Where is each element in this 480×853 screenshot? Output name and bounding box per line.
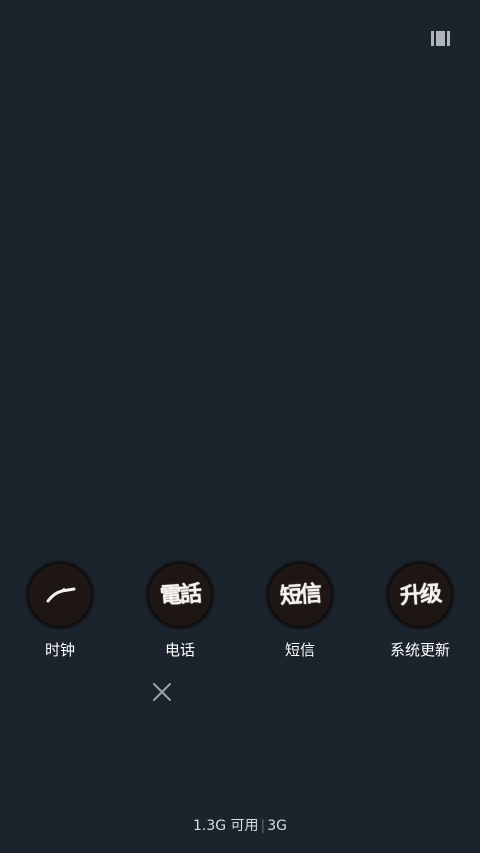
recents-layout-icon[interactable] [431, 31, 450, 46]
icon-glyph: 升级 [399, 580, 441, 610]
app-label: 时钟 [44, 641, 75, 659]
app-label: 系统更新 [389, 641, 450, 659]
bar [431, 31, 434, 46]
clear-all-close-icon[interactable] [150, 680, 174, 704]
clock-hand-icon [29, 564, 91, 626]
icon-glyph: 短信 [279, 580, 321, 610]
memory-status: 1.3G 可用 | 3G [0, 815, 480, 835]
close-icon [153, 683, 171, 701]
icon-glyph: 電話 [159, 580, 201, 610]
bar [447, 31, 450, 46]
app-clock[interactable]: 时钟 [0, 560, 120, 660]
clock-hand-icon [46, 587, 76, 603]
calligraphy-update-icon: 升级 [389, 564, 451, 626]
app-sms[interactable]: 短信 短信 [240, 560, 360, 660]
app-label: 电话 [164, 641, 195, 659]
memory-available: 1.3G 可用 [192, 818, 259, 834]
divider: | [260, 818, 266, 834]
recent-apps-row: 时钟 電話 电话 短信 短信 升级 系统更新 [0, 560, 480, 660]
network-type: 3G [267, 818, 288, 834]
calligraphy-sms-icon: 短信 [269, 564, 331, 626]
app-label: 短信 [284, 641, 315, 659]
app-phone[interactable]: 電話 电话 [120, 560, 240, 660]
bar [436, 31, 445, 46]
calligraphy-phone-icon: 電話 [149, 564, 211, 626]
app-system-update[interactable]: 升级 系统更新 [360, 560, 480, 660]
